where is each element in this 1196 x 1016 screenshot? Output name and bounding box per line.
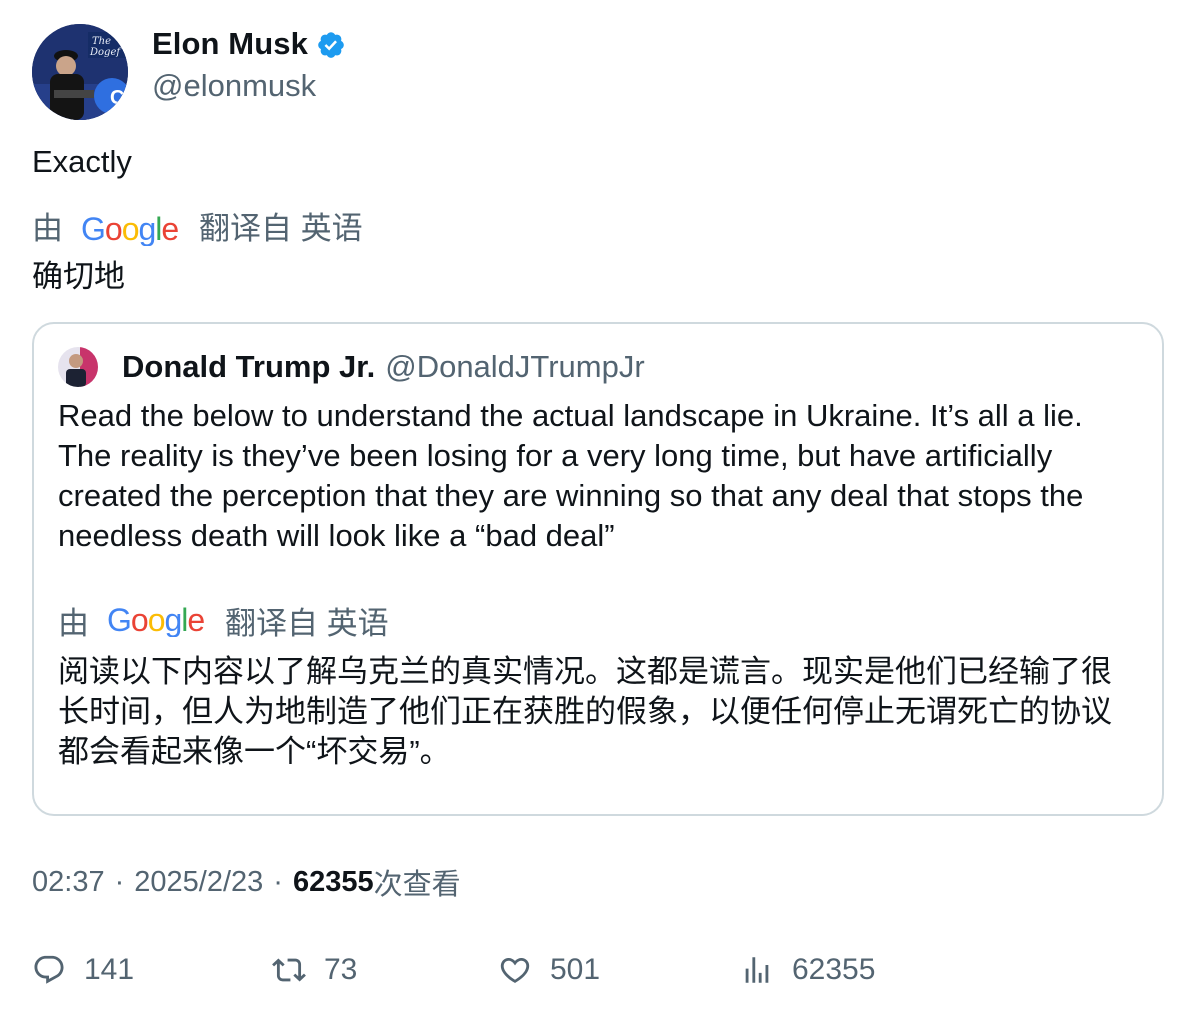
quoted-display-name[interactable]: Donald Trump Jr. (122, 349, 375, 385)
quoted-tweet-header: Donald Trump Jr. @DonaldJTrumpJr (58, 344, 1138, 390)
quoted-translated-text: 阅读以下内容以了解乌克兰的真实情况。这都是谎言。现实是他们已经输了很长时间，但人… (58, 654, 1112, 769)
views-label: 次查看 (373, 869, 461, 901)
translated-text: 确切地 (32, 259, 125, 294)
tweet-date[interactable]: 2025/2/23 (134, 866, 263, 899)
google-logo-icon[interactable]: Google (81, 212, 179, 246)
svg-text:Google: Google (81, 212, 178, 246)
reply-icon (34, 955, 64, 984)
tweet-meta: 02:37 · 2025/2/23 · 62355 次查看 (32, 864, 461, 902)
svg-text:The: The (92, 36, 111, 47)
author-handle[interactable]: @elonmusk (152, 68, 346, 104)
quoted-tweet-content: Donald Trump Jr. @DonaldJTrumpJr Read th… (58, 344, 1138, 772)
meta-separator: · (273, 865, 283, 898)
like-count: 501 (550, 953, 601, 986)
quoted-avatar-image (58, 347, 98, 387)
views-action-count: 62355 (792, 953, 876, 986)
svg-text:Dogef: Dogef (89, 47, 122, 58)
avatar[interactable]: C The Dogef (32, 24, 128, 120)
reply-button[interactable]: 141 (32, 950, 134, 990)
quoted-text: Read the below to understand the actual … (58, 398, 1084, 553)
quoted-translation-by-label: 由 (58, 605, 89, 641)
retweet-count: 73 (324, 953, 358, 986)
tweet-time[interactable]: 02:37 (32, 866, 105, 899)
verified-badge-icon[interactable] (316, 30, 346, 60)
quoted-handle[interactable]: @DonaldJTrumpJr (385, 349, 644, 385)
heart-icon (500, 957, 530, 983)
like-button[interactable]: 501 (498, 950, 600, 990)
author-names: Elon Musk @elonmusk (152, 24, 346, 104)
retweet-button[interactable]: 73 (272, 950, 357, 990)
quoted-translation-source-label: 翻译自 英语 (225, 605, 389, 641)
reply-count: 141 (84, 953, 135, 986)
svg-text:Google: Google (107, 603, 204, 637)
quoted-avatar[interactable] (58, 347, 98, 387)
meta-separator: · (114, 865, 125, 898)
retweet-icon (272, 958, 306, 982)
quoted-tweet-card[interactable]: Donald Trump Jr. @DonaldJTrumpJr Read th… (32, 322, 1164, 816)
display-name-row: Elon Musk (152, 26, 346, 62)
analytics-icon (745, 957, 769, 983)
tweet: C The Dogef Elon Musk @elonmusk Exactly … (32, 24, 1164, 986)
translation-by-label: 由 (32, 211, 63, 246)
tweet-header: C The Dogef Elon Musk @elonmusk (32, 24, 1164, 120)
google-logo-icon[interactable]: Google (107, 603, 205, 637)
author-display-name[interactable]: Elon Musk (152, 26, 308, 62)
avatar-image: C The Dogef (32, 24, 128, 120)
translation-attribution: 由 Google 翻译自 英语 (32, 209, 363, 249)
tweet-text: Exactly (32, 144, 132, 179)
translation-source-label: 翻译自 英语 (199, 211, 363, 246)
svg-text:C: C (110, 87, 124, 109)
tweet-body: Exactly 由 Google 翻译自 英语 确切地 (32, 143, 363, 297)
views-count: 62355 (292, 865, 374, 898)
quoted-translation-attribution: 由 Google 翻译自 英语 (58, 600, 1138, 641)
action-bar: 141 73 501 62355 (32, 950, 1164, 990)
views-button[interactable]: 62355 (740, 950, 875, 990)
